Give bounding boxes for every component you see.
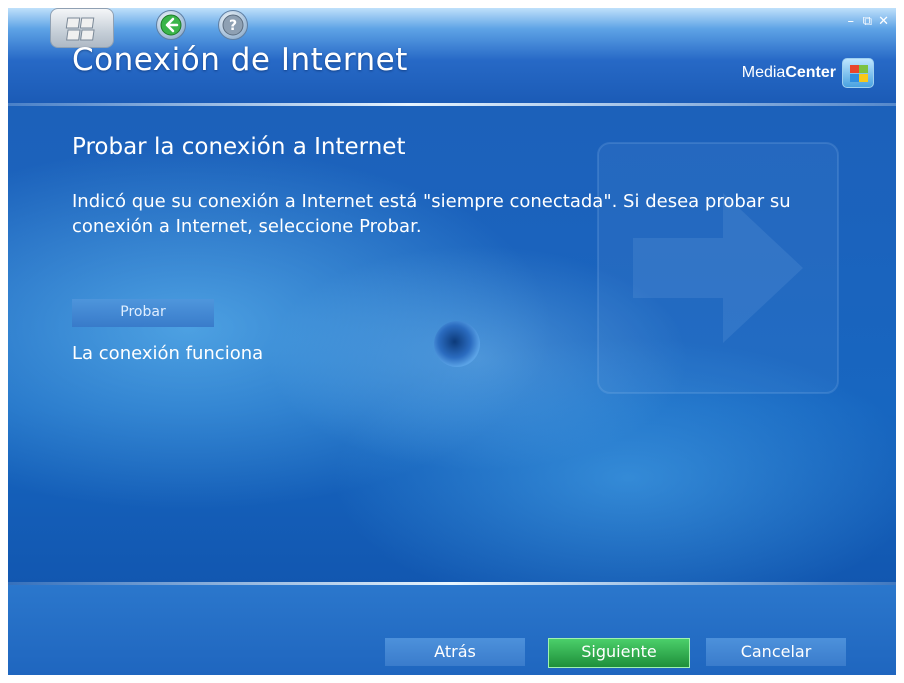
back-button[interactable]: Atrás <box>385 638 525 666</box>
media-center-logo-icon <box>842 58 874 88</box>
header-divider <box>8 103 896 106</box>
restore-button[interactable]: ⧉ <box>863 14 872 29</box>
next-button[interactable]: Siguiente <box>548 638 690 668</box>
test-connection-button[interactable]: Probar <box>72 299 214 327</box>
svg-text:?: ? <box>229 18 237 34</box>
decorative-arrow-icon <box>597 142 839 394</box>
close-button[interactable]: ✕ <box>878 14 889 29</box>
connection-status: La conexión funciona <box>72 343 264 364</box>
media-center-logo-text: MediaCenter <box>742 64 836 82</box>
logo-media: Media <box>741 64 786 81</box>
description-text: Indicó que su conexión a Internet está "… <box>72 191 791 237</box>
cancel-button[interactable]: Cancelar <box>706 638 846 666</box>
page-heading: Probar la conexión a Internet <box>72 134 406 160</box>
decorative-orb-icon <box>434 321 480 367</box>
minimize-button[interactable]: – <box>848 14 855 29</box>
media-center-window: ? – ⧉ ✕ Conexión de Internet MediaCenter… <box>8 8 896 675</box>
help-question-icon: ? <box>222 14 244 36</box>
back-arrow-icon <box>160 14 182 36</box>
help-button[interactable]: ? <box>218 10 248 40</box>
window-title: Conexión de Internet <box>72 42 408 78</box>
back-nav-button[interactable] <box>156 10 186 40</box>
logo-center: Center <box>785 64 836 81</box>
